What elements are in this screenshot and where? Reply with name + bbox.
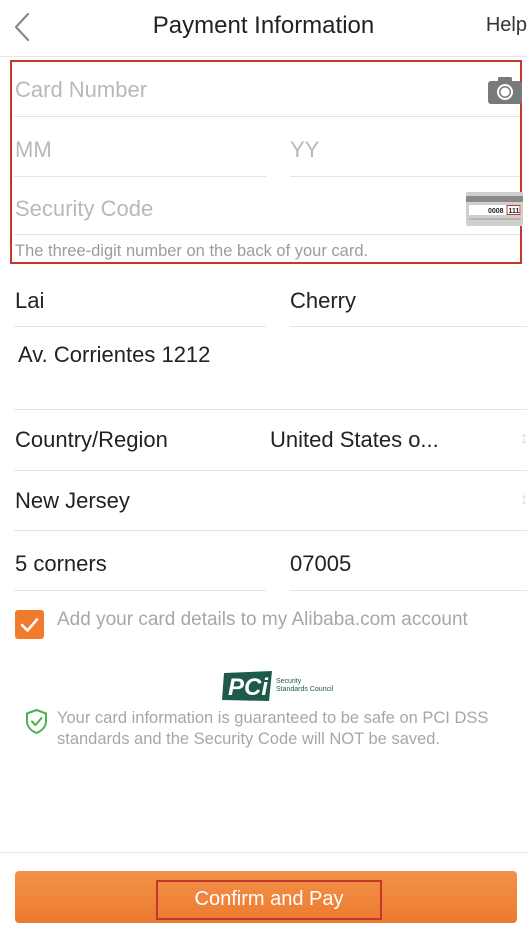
city-field[interactable]: 5 corners <box>15 551 255 577</box>
divider <box>290 176 520 177</box>
first-name-field[interactable]: Lai <box>15 288 255 314</box>
divider <box>290 326 527 327</box>
divider <box>14 470 527 471</box>
divider <box>14 409 527 410</box>
checkmark-icon <box>20 618 39 632</box>
card-back-icon: 0008 111 <box>466 192 523 226</box>
country-select[interactable]: United States o... <box>270 427 505 453</box>
pci-caption-line1: Security <box>276 678 302 685</box>
footer-divider <box>0 852 527 853</box>
select-arrow-icon: ↕ <box>520 491 527 508</box>
pci-logo-text: PCi <box>228 674 269 701</box>
divider <box>14 590 266 591</box>
zip-field[interactable]: 07005 <box>290 551 520 577</box>
security-code-hint: The three-digit number on the back of yo… <box>15 242 369 260</box>
save-card-label: Add your card details to my Alibaba.com … <box>57 609 468 630</box>
pci-logo: PCi Security Standards Council <box>222 669 337 703</box>
select-arrow-icon: ↕ <box>520 430 527 447</box>
divider <box>290 590 527 591</box>
divider <box>14 530 527 531</box>
expiry-year-field[interactable]: YY <box>290 137 510 163</box>
shield-check-icon <box>24 708 49 735</box>
address-field[interactable]: Av. Corrientes 1212 <box>18 342 518 368</box>
card-number-field[interactable]: Card Number <box>15 77 475 103</box>
country-label: Country/Region <box>15 427 168 452</box>
save-card-checkbox[interactable] <box>15 610 44 639</box>
state-select[interactable]: New Jersey <box>15 488 415 514</box>
divider <box>14 176 266 177</box>
pci-caption-line2: Standards Council <box>276 686 334 693</box>
divider <box>14 116 520 117</box>
divider <box>14 326 266 327</box>
divider <box>14 234 520 235</box>
last-name-field[interactable]: Cherry <box>290 288 520 314</box>
confirm-and-pay-label[interactable]: Confirm and Pay <box>156 880 382 920</box>
camera-icon[interactable] <box>487 75 523 105</box>
expiry-month-field[interactable]: MM <box>15 137 255 163</box>
security-code-field[interactable]: Security Code <box>15 196 435 222</box>
help-link[interactable]: Help <box>486 14 527 37</box>
card-image-number: 0008 <box>488 208 504 215</box>
security-notice: Your card information is guaranteed to b… <box>57 709 489 748</box>
card-image-cvv: 111 <box>509 208 520 215</box>
page-title: Payment Information <box>152 12 375 39</box>
